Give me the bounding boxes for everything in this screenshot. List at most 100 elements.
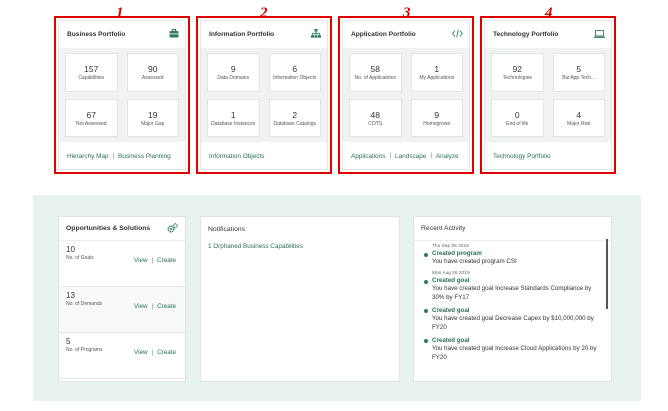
- metric-tile[interactable]: 90 Assessed: [126, 53, 179, 92]
- list-item: 10 No. of Goals View | Create: [59, 241, 185, 287]
- list-item: 13 No. of Demands View | Create: [59, 287, 185, 333]
- activity-item: Created goal You have created goal Decre…: [424, 307, 603, 332]
- information-objects-link[interactable]: Information Objects: [209, 153, 264, 160]
- metric-label: End of life: [506, 120, 529, 127]
- metric-label: Major Risk: [566, 120, 591, 127]
- metric-tile[interactable]: 6 Information Objects: [268, 53, 321, 92]
- activity-item: Thu Sep 05 2019 Created program You have…: [424, 244, 603, 266]
- create-link[interactable]: Create: [157, 349, 176, 356]
- create-link[interactable]: Create: [157, 257, 176, 264]
- link-separator: |: [112, 153, 115, 159]
- link-separator: |: [389, 153, 392, 159]
- metric-label: Assessed: [141, 75, 164, 82]
- activity-date: Thu Sep 05 2019: [432, 244, 469, 249]
- metric-value: 1: [434, 64, 440, 75]
- metric-tile[interactable]: 48 COTS: [349, 98, 402, 137]
- metric-label: No. of Applications: [354, 75, 396, 82]
- metric-label: Database Instances: [211, 120, 256, 127]
- metric-tile[interactable]: 157 Capabilities: [65, 53, 118, 92]
- metric-value: 0: [514, 109, 520, 120]
- panel-title: Recent Activity: [421, 225, 466, 232]
- briefcase-icon[interactable]: [169, 29, 179, 40]
- metric-tile[interactable]: 9 Homegrown: [410, 98, 463, 137]
- metric-label: Not Assessed: [75, 120, 107, 127]
- panel-title: Opportunities & Solutions: [66, 225, 151, 232]
- technology-portfolio-card: Technology Portfolio 92 Technologies 5 Biz…: [485, 21, 611, 169]
- orphaned-capabilities-link[interactable]: 1 Orphaned Business Capabilities: [201, 241, 399, 258]
- card-title: Technology Portfolio: [493, 31, 559, 38]
- business-planning-link[interactable]: Business Planning: [118, 153, 171, 160]
- metrics-grid: 58 No. of Applications 1 My Applications 4…: [343, 48, 469, 142]
- metric-value: 9: [434, 109, 440, 120]
- activity-title: Created goal: [432, 307, 470, 314]
- metric-value: 1: [230, 109, 236, 120]
- metric-label: Data Domains: [217, 75, 250, 82]
- activity-description: You have created goal Increase Standards…: [432, 285, 592, 301]
- metric-tile[interactable]: 92 Technologies: [491, 53, 544, 92]
- metric-value: 48: [370, 109, 380, 120]
- metric-tile[interactable]: 0 End of life: [491, 98, 544, 137]
- view-link[interactable]: View: [134, 257, 148, 264]
- activity-list: Thu Sep 05 2019 Created program You have…: [414, 241, 611, 381]
- business-portfolio-card: Business Portfolio 157 Capabilities 90 Ass…: [59, 21, 185, 169]
- metric-tile[interactable]: 9 Data Domains: [207, 53, 260, 92]
- view-link[interactable]: View: [134, 303, 148, 310]
- activity-item: Created goal You have created goal Incre…: [424, 337, 603, 362]
- applications-link[interactable]: Applications: [351, 153, 385, 160]
- gears-icon[interactable]: [167, 222, 178, 235]
- metric-tile[interactable]: 5 Biz App Tech...: [552, 53, 605, 92]
- metric-tile[interactable]: 2 Database Catalogs: [268, 98, 321, 137]
- opportunity-list: 10 No. of Goals View | Create 13 No. of De…: [59, 241, 185, 379]
- hierarchy-icon[interactable]: [311, 29, 321, 40]
- highlight-frame: Application Portfolio 58 No. of Applicati…: [338, 16, 474, 174]
- metric-label: Capabilities: [78, 75, 105, 82]
- highlight-frame: Business Portfolio 157 Capabilities 90 Ass…: [54, 16, 190, 174]
- metric-tile[interactable]: 1 My Applications: [410, 53, 463, 92]
- activity-description: You have created goal Decrease Capex by …: [432, 315, 594, 331]
- metric-value: 9: [230, 64, 236, 75]
- activity-item: Mon Aug 26 2019 Created goal You have cr…: [424, 271, 603, 302]
- card-links: Hierarchy Map | Business Planning: [59, 142, 185, 170]
- metric-value: 2: [292, 109, 298, 120]
- metric-value: 58: [370, 64, 380, 75]
- information-portfolio-card: Information Portfolio 9 Data Domains 6 Inf…: [201, 21, 327, 169]
- laptop-icon[interactable]: [594, 29, 605, 40]
- card-links: Applications | Landscape | Analyze: [343, 142, 469, 170]
- notifications-panel: Notifications 1 Orphaned Business Capabi…: [201, 217, 399, 381]
- metric-label: Homegrown: [423, 120, 451, 127]
- activity-title: Created goal: [432, 337, 470, 344]
- metric-value: 4: [576, 109, 582, 120]
- card-links: Technology Portfolio: [485, 142, 611, 170]
- link-separator: |: [430, 153, 432, 159]
- metric-tile[interactable]: 67 Not Assessed: [65, 98, 118, 137]
- link-separator: |: [151, 350, 154, 356]
- metrics-grid: 157 Capabilities 90 Assessed 67 Not Assesse…: [59, 48, 185, 142]
- card-title: Information Portfolio: [209, 31, 275, 38]
- activity-date: Mon Aug 26 2019: [432, 271, 470, 276]
- technology-portfolio-link[interactable]: Technology Portfolio: [493, 153, 551, 160]
- analyze-link[interactable]: Analyze: [436, 153, 459, 160]
- metric-value: 90: [148, 64, 158, 75]
- highlight-frame: Technology Portfolio 92 Technologies 5 Biz…: [480, 16, 616, 174]
- activity-title: Created goal: [432, 277, 470, 284]
- dashboard: 1 2 3 4 Business Portfolio 157 Capabiliti…: [0, 0, 668, 411]
- metric-tile[interactable]: 1 Database Instances: [207, 98, 260, 137]
- activity-title: Created program: [432, 250, 482, 257]
- recent-activity-panel: Recent Activity Thu Sep 05 2019 Created …: [414, 217, 611, 381]
- card-title: Business Portfolio: [67, 31, 126, 38]
- metric-tile[interactable]: 4 Major Risk: [552, 98, 605, 137]
- metric-value: 92: [512, 64, 522, 75]
- highlight-frame: Information Portfolio 9 Data Domains 6 Inf…: [196, 16, 332, 174]
- metric-label: Database Catalogs: [273, 120, 317, 127]
- metric-tile[interactable]: 19 Major Gap: [126, 98, 179, 137]
- activity-scrollbar[interactable]: [606, 239, 608, 309]
- metric-label: Information Objects: [273, 75, 317, 82]
- create-link[interactable]: Create: [157, 303, 176, 310]
- hierarchy-map-link[interactable]: Hierarchy Map: [67, 153, 109, 160]
- landscape-link[interactable]: Landscape: [395, 153, 426, 160]
- view-link[interactable]: View: [134, 349, 148, 356]
- opportunities-panel: Opportunities & Solutions 10 No. of Goal…: [59, 217, 185, 381]
- metric-tile[interactable]: 58 No. of Applications: [349, 53, 402, 92]
- timeline-dot: [424, 309, 428, 313]
- code-icon[interactable]: [452, 29, 463, 40]
